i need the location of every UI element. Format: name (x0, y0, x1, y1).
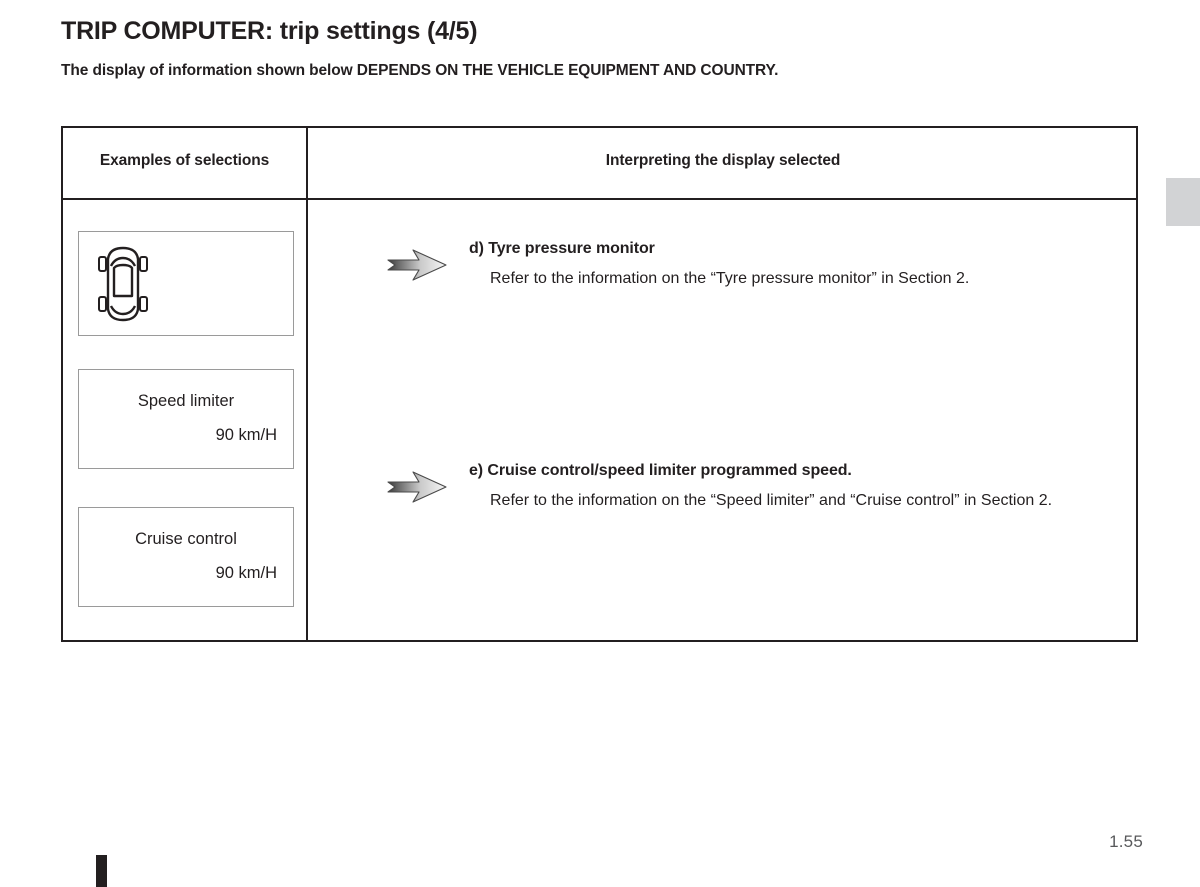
examples-column: Speed limiter 90 km/H Cruise control 90 … (63, 200, 306, 640)
display-label-cruise-control: Cruise control (135, 530, 237, 548)
display-value-cruise-control: 90 km/H (215, 564, 277, 582)
entry-title-cruise-control: e) Cruise control/speed limiter programm… (469, 462, 852, 479)
section-tab-marker (1166, 178, 1200, 226)
display-box-tyre-pressure (78, 231, 294, 336)
display-box-speed-limiter: Speed limiter 90 km/H (78, 369, 294, 469)
entry-body-tyre-pressure: Refer to the information on the “Tyre pr… (490, 270, 970, 287)
settings-table: Examples of selections Interpreting the … (61, 126, 1138, 642)
page-title: TRIP COMPUTER: trip settings (4/5) (61, 17, 478, 45)
page-subtitle: The display of information shown below D… (61, 62, 779, 79)
entry-title-tyre-pressure: d) Tyre pressure monitor (469, 240, 655, 257)
display-value-speed-limiter: 90 km/H (215, 426, 277, 444)
corner-registration-mark (96, 855, 107, 887)
display-box-cruise-control: Cruise control 90 km/H (78, 507, 294, 607)
page-number: 1.55 (1109, 832, 1143, 851)
interpreting-column: d) Tyre pressure monitor Refer to the in… (308, 200, 1136, 640)
column-header-interpreting: Interpreting the display selected (605, 152, 841, 169)
entry-body-cruise-control: Refer to the information on the “Speed l… (490, 492, 1053, 509)
column-header-examples: Examples of selections (99, 152, 270, 169)
car-top-view-tyre-pressure-icon (98, 246, 148, 322)
display-label-speed-limiter: Speed limiter (137, 392, 235, 410)
right-arrow-icon (387, 249, 447, 281)
table-header-row: Examples of selections Interpreting the … (63, 128, 1136, 200)
right-arrow-icon (387, 471, 447, 503)
